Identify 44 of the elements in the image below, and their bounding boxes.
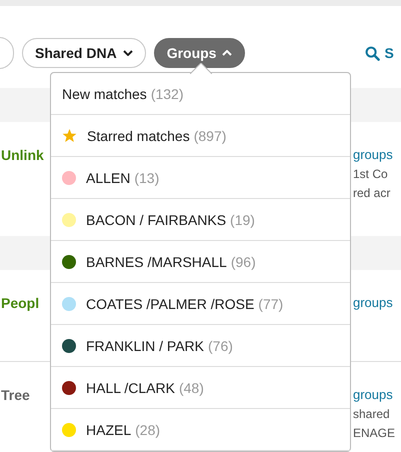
caret-icon xyxy=(222,50,232,56)
match-count: (76) xyxy=(208,338,233,354)
search-icon xyxy=(365,46,380,60)
group-label: New matches xyxy=(62,86,147,102)
group-item[interactable]: COATES /PALMER /ROSE (77) xyxy=(51,283,350,325)
group-label: HAZEL xyxy=(86,422,132,438)
match-name[interactable]: Unlink xyxy=(1,147,44,236)
match-name: Tree xyxy=(1,387,30,405)
group-label: BARNES /MARSHALL xyxy=(86,254,227,270)
groups-link[interactable]: groups xyxy=(353,387,393,402)
match-count: (48) xyxy=(178,380,204,396)
star-icon xyxy=(62,128,77,143)
groups-link[interactable]: groups xyxy=(353,295,393,310)
group-label: COATES /PALMER /ROSE xyxy=(86,296,254,312)
match-name[interactable]: Peopl xyxy=(1,295,40,361)
filter-button[interactable]: Groups xyxy=(154,38,246,68)
group-item[interactable]: ALLEN (13) xyxy=(51,157,350,199)
groups-link[interactable]: groups xyxy=(353,147,393,162)
match-count: (19) xyxy=(230,212,255,228)
caret-icon xyxy=(122,50,133,56)
group-label: HALL /CLARK xyxy=(86,380,175,396)
match-detail: ENAGE xyxy=(353,426,396,440)
group-item[interactable]: New matches (132) xyxy=(51,73,350,115)
match-detail: 1st Co xyxy=(353,167,388,181)
group-item[interactable]: Starred matches (897) xyxy=(51,115,350,157)
group-item[interactable]: FRANKLIN / PARK (76) xyxy=(51,325,350,367)
filter-button[interactable]: Shared DNA xyxy=(22,38,146,68)
match-count: (897) xyxy=(194,128,226,144)
group-label: Starred matches xyxy=(87,128,190,144)
match-count: (28) xyxy=(135,422,160,438)
group-label: FRANKLIN / PARK xyxy=(86,338,204,354)
group-item[interactable]: BACON / FAIRBANKS (19) xyxy=(51,199,350,241)
match-detail: shared xyxy=(353,407,390,421)
group-label: BACON / FAIRBANKS xyxy=(86,212,226,228)
search-link[interactable]: S xyxy=(384,45,394,61)
group-item[interactable]: BARNES /MARSHALL (96) xyxy=(51,241,350,283)
group-label: ALLEN xyxy=(86,170,130,186)
match-count: (13) xyxy=(134,170,160,186)
match-detail: red acr xyxy=(353,186,390,200)
match-count: (96) xyxy=(230,254,256,270)
match-count: (132) xyxy=(150,86,184,102)
group-item[interactable]: HALL /CLARK (48) xyxy=(51,367,350,409)
match-count: (77) xyxy=(258,296,284,312)
group-item[interactable]: HAZEL (28) xyxy=(51,409,350,451)
